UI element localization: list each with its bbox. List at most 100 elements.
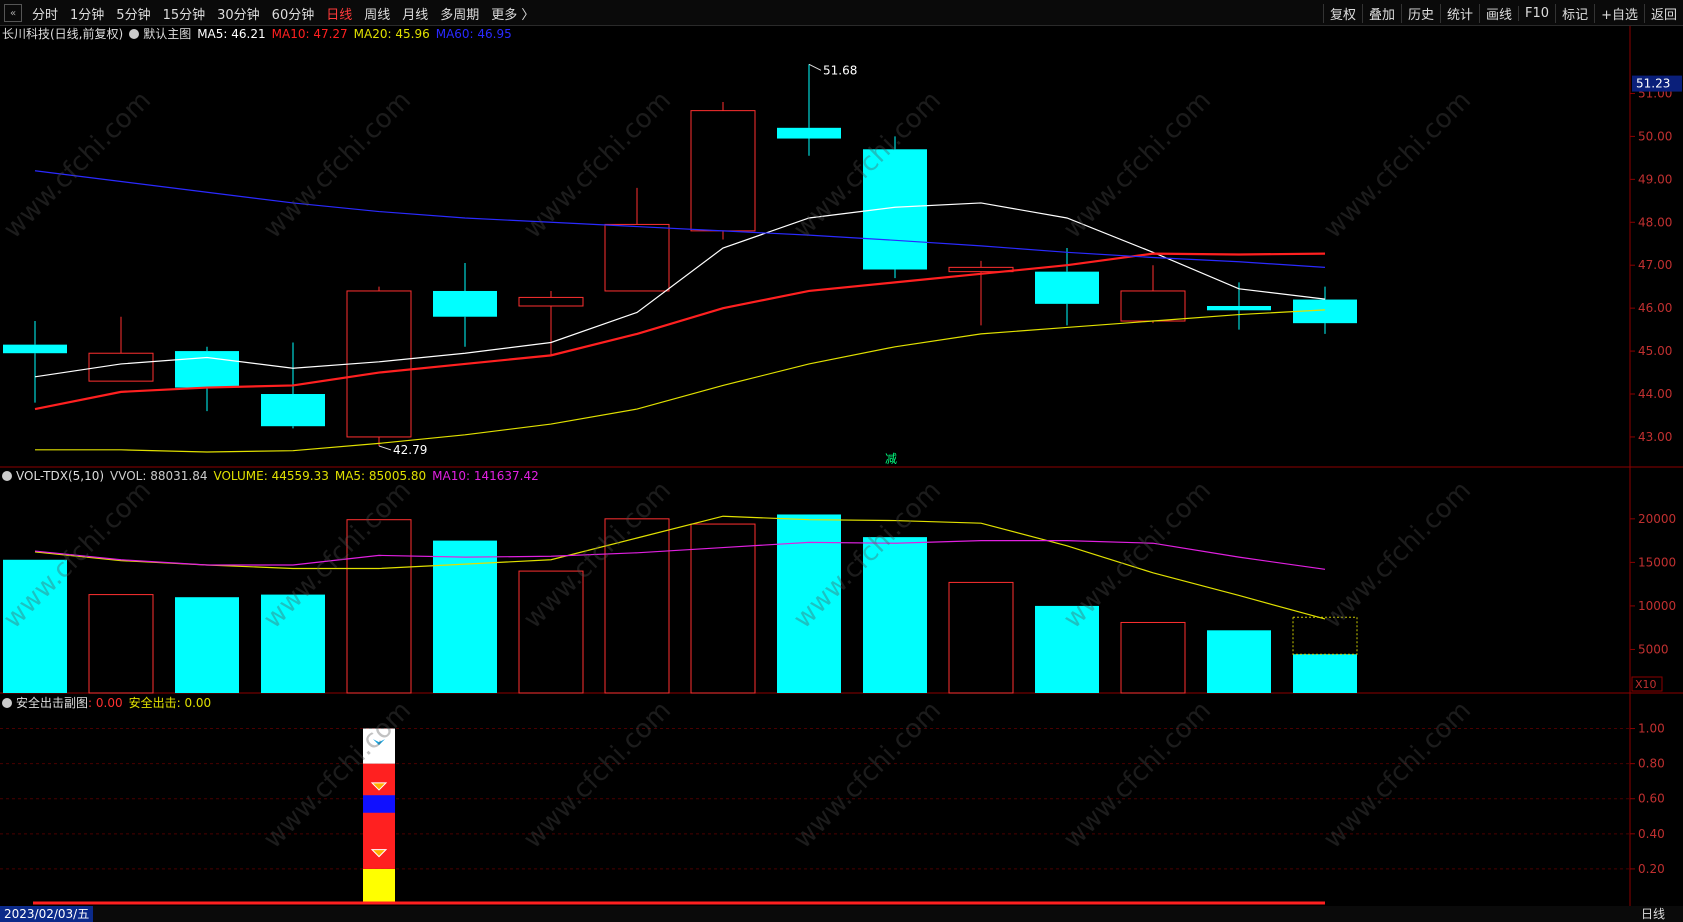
- high-pointer: [808, 63, 822, 71]
- high-label: 51.68: [823, 63, 857, 77]
- tool-button[interactable]: 叠加: [1361, 3, 1401, 23]
- tool-button[interactable]: 复权: [1322, 3, 1362, 23]
- cursor-date: 2023/02/03/五: [0, 906, 94, 922]
- main-panel-header: 长川科技(日线,前复权) 默认主图 MA5: 46.21 MA10: 47.27 M…: [2, 26, 524, 42]
- period-nav: « 分时 1分钟 5分钟 15分钟 30分钟 60分钟 日线 周线 月线 多周期 更多 〉: [0, 0, 540, 26]
- indicator-label: MA10: 141637.42: [432, 469, 539, 483]
- volume-bar: [88, 594, 154, 694]
- last-price-label: 51.23: [1636, 77, 1670, 91]
- volume-bar: [948, 581, 1014, 694]
- indicator-label: VVOL: 88031.84: [110, 469, 208, 483]
- indicator-label: MA5: 46.21: [197, 27, 266, 41]
- settings-icon[interactable]: [2, 471, 12, 481]
- reduce-marker: 减: [885, 452, 897, 466]
- tool-button[interactable]: F10: [1518, 5, 1555, 21]
- back-arrow-icon[interactable]: «: [4, 4, 22, 22]
- vol-ma-line: [34, 540, 1326, 570]
- volume-projection: [1292, 616, 1358, 655]
- vol-axis-label: 10000: [1638, 599, 1676, 613]
- settings-icon[interactable]: [2, 698, 12, 708]
- low-label: 42.79: [393, 443, 427, 457]
- period-list: 分时 1分钟 5分钟 15分钟 30分钟 60分钟 日线 周线 月线 多周期 更多 〉: [26, 4, 540, 23]
- ma-line: [34, 170, 1326, 268]
- candle-body: [690, 110, 756, 232]
- sub-axis-label: 0.80: [1638, 757, 1665, 771]
- price-axis-label: 46.00: [1638, 301, 1672, 315]
- vol-axis-label: 20000: [1638, 512, 1676, 526]
- signal-segment: [363, 868, 395, 904]
- settings-icon[interactable]: [129, 29, 140, 39]
- period-tab[interactable]: 15分钟: [157, 4, 212, 23]
- volume-bar: [3, 559, 67, 693]
- candle-body: [1207, 305, 1271, 311]
- candle-body: [3, 344, 67, 354]
- indicator-label: MA5: 85005.80: [334, 469, 427, 483]
- candle-body: [863, 149, 927, 270]
- price-axis-label: 45.00: [1638, 344, 1672, 358]
- indicator-label: 安全出击: 0.00: [128, 696, 212, 710]
- candle-body: [777, 127, 841, 139]
- sub-axis-label: 0.20: [1638, 862, 1665, 876]
- kline-chart[interactable]: 51.0050.0049.0048.0047.0046.0045.0044.00…: [0, 26, 1683, 906]
- price-axis-label: 43.00: [1638, 430, 1672, 444]
- period-tab[interactable]: 周线: [358, 4, 396, 23]
- tool-button[interactable]: 历史: [1400, 3, 1440, 23]
- period-tab[interactable]: 月线: [396, 4, 434, 23]
- volume-bar: [604, 518, 670, 694]
- candle-body: [1120, 290, 1186, 322]
- volume-bar: [518, 570, 584, 694]
- volume-bar: [1293, 654, 1357, 693]
- vol-panel-header: VOL-TDX(5,10) VVOL: 88031.84 VOLUME: 4455…: [2, 468, 551, 484]
- price-axis-label: 49.00: [1638, 172, 1672, 186]
- volume-bar: [1207, 630, 1271, 693]
- candle-body: [261, 394, 325, 427]
- volume-bar: [777, 514, 841, 693]
- period-tab[interactable]: 60分钟: [266, 4, 321, 23]
- main-panel-subtitle: 默认主图: [143, 27, 192, 41]
- candle-body: [604, 223, 670, 292]
- period-tab[interactable]: 1分钟: [64, 4, 110, 23]
- price-axis-label: 44.00: [1638, 387, 1672, 401]
- bottom-bar: [0, 906, 1683, 922]
- vol-axis-label: 15000: [1638, 555, 1676, 569]
- sub-axis-label: 1.00: [1638, 722, 1665, 736]
- candle-body: [1035, 271, 1099, 304]
- price-axis-label: 47.00: [1638, 258, 1672, 272]
- period-tab[interactable]: 更多 〉: [485, 4, 540, 23]
- tool-button[interactable]: 画线: [1479, 3, 1518, 23]
- tool-button[interactable]: 返回: [1643, 3, 1683, 23]
- vol-panel-title: VOL-TDX(5,10): [16, 469, 105, 483]
- period-tab[interactable]: 30分钟: [211, 4, 266, 23]
- period-tab[interactable]: 分时: [26, 4, 64, 23]
- vol-labels: VVOL: 88031.84 VOLUME: 44559.33 MA5: 85005…: [110, 468, 545, 484]
- price-axis-label: 50.00: [1638, 129, 1672, 143]
- period-tab[interactable]: 多周期: [434, 4, 485, 23]
- indicator-label: : 0.00: [88, 696, 123, 710]
- volume-bar: [261, 594, 325, 693]
- top-toolbar: « 分时 1分钟 5分钟 15分钟 30分钟 60分钟 日线 周线 月线 多周期 更多 〉 复权 叠加…: [0, 0, 1683, 26]
- volume-bar: [1035, 605, 1099, 693]
- candle-body: [175, 351, 239, 388]
- volume-bar: [346, 519, 412, 694]
- sub-labels: : 0.00 安全出击: 0.00: [88, 695, 217, 711]
- indicator-label: MA10: 47.27: [271, 27, 348, 41]
- tool-button[interactable]: 标记: [1555, 3, 1594, 23]
- price-axis-label: 48.00: [1638, 215, 1672, 229]
- volume-bar: [1120, 621, 1186, 694]
- low-pointer: [378, 445, 392, 451]
- vol-unit-label: X10: [1635, 678, 1657, 691]
- volume-bar: [175, 597, 239, 693]
- sub-axis-label: 0.60: [1638, 792, 1665, 806]
- indicator-label: VOLUME: 44559.33: [213, 469, 329, 483]
- sub-panel-title: 安全出击副图: [16, 696, 89, 710]
- period-tab[interactable]: 5分钟: [110, 4, 156, 23]
- stock-title: 长川科技(日线,前复权): [2, 27, 124, 41]
- candle-body: [518, 296, 584, 307]
- sub-panel-header: 安全出击副图 : 0.00 安全出击: 0.00: [2, 695, 223, 711]
- tool-button[interactable]: +自选: [1594, 3, 1644, 23]
- vol-axis-label: 5000: [1638, 642, 1669, 656]
- volume-bar: [863, 537, 927, 693]
- tool-button[interactable]: 统计: [1440, 3, 1479, 23]
- period-tab[interactable]: 日线: [320, 4, 358, 23]
- period-tag[interactable]: 日线: [1641, 906, 1665, 922]
